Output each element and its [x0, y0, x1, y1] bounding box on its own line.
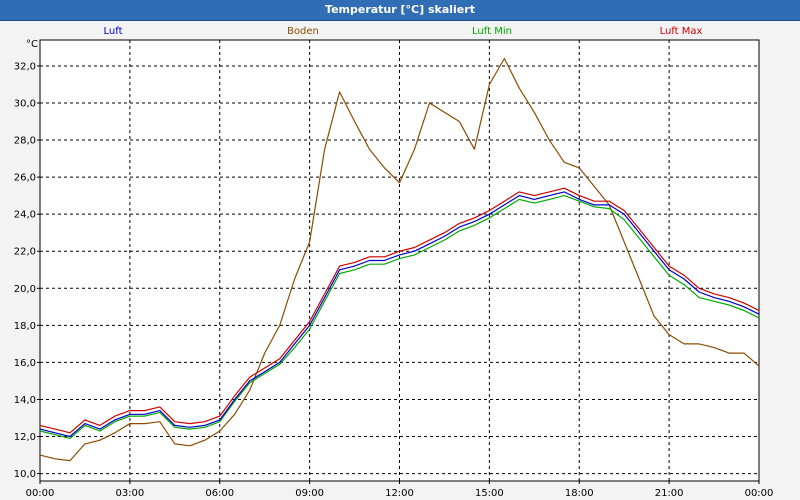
- y-tick-label: 14,0: [14, 395, 36, 406]
- y-tick-label: 12,0: [14, 432, 36, 443]
- y-tick-label: 18,0: [14, 321, 36, 332]
- x-tick-time: 09:00: [295, 488, 324, 499]
- legend-item: Boden: [287, 26, 319, 37]
- legend-item: Luft Min: [472, 26, 512, 37]
- x-axis: 00:0008.06.1703:0008.06.1706:0008.06.170…: [26, 481, 774, 499]
- chart: 10,0 12,0 14,0 16,0 18,0 20,0 22,0 24,0 26,0 28,0…: [14, 26, 774, 499]
- y-tick-label: 20,0: [14, 284, 36, 295]
- y-tick-label: 26,0: [14, 173, 36, 184]
- window-title: Temperatur [°C] skaliert: [325, 3, 475, 16]
- y-axis-label: °C: [26, 39, 38, 50]
- y-tick-label: 32,0: [14, 61, 36, 72]
- y-tick-label: 28,0: [14, 136, 36, 147]
- y-tick-label: 30,0: [14, 99, 36, 110]
- window-titlebar: Temperatur [°C] skaliert: [0, 0, 800, 21]
- legend-item: Luft: [104, 26, 123, 37]
- legend-item: Luft Max: [660, 26, 703, 37]
- y-tick-label: 22,0: [14, 247, 36, 258]
- x-tick-time: 21:00: [655, 488, 684, 499]
- y-tick-label: 10,0: [14, 469, 36, 480]
- x-tick-time: 06:00: [205, 488, 234, 499]
- y-axis: 10,0 12,0 14,0 16,0 18,0 20,0 22,0 24,0 26,0 28,0…: [14, 61, 40, 480]
- x-tick-time: 15:00: [475, 488, 504, 499]
- x-tick-time: 03:00: [115, 488, 144, 499]
- y-tick-label: 24,0: [14, 210, 36, 221]
- legend: Luft Boden Luft Min Luft Max: [104, 26, 703, 37]
- x-tick-time: 12:00: [385, 488, 414, 499]
- x-tick-time: 18:00: [565, 488, 594, 499]
- y-tick-label: 16,0: [14, 358, 36, 369]
- x-tick-time: 00:00: [26, 488, 55, 499]
- x-tick-time: 00:00: [745, 488, 774, 499]
